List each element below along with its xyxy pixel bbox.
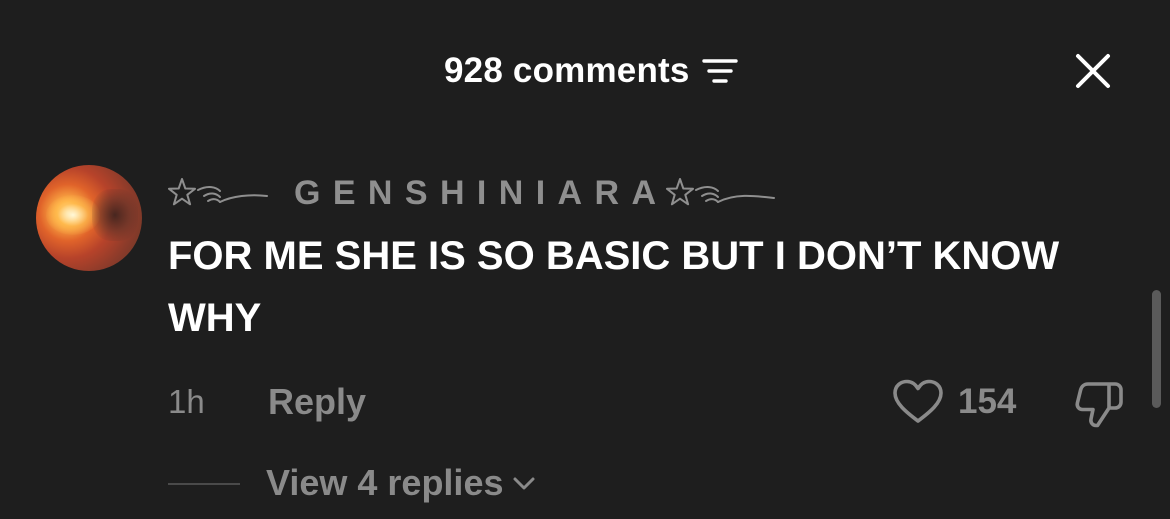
username-link[interactable]: GENSHINIARA [168,173,776,213]
dislike-button[interactable] [1072,377,1126,431]
replies-divider [168,483,240,485]
comments-header: 928 comments [0,46,1170,96]
scrollbar[interactable] [1152,290,1161,408]
avatar-figure [92,189,138,241]
close-icon [1076,54,1110,88]
view-replies-label: View 4 replies [266,462,504,503]
comment-text: FOR ME SHE IS SO BASIC BUT I DON’T KNOW … [168,234,1060,340]
like-count: 154 [958,382,1017,421]
like-button[interactable]: 154 [892,377,1016,427]
replies-row: View 4 replies [0,461,1170,505]
comment-timestamp: 1h [168,383,205,420]
thumbs-down-outline-icon [1075,382,1123,428]
chevron-down-icon [513,477,535,490]
heart-outline-icon [893,379,943,423]
comments-title-group[interactable]: 928 comments [444,46,740,96]
avatar[interactable] [36,165,142,271]
comments-sheet: 928 comments GENSHINIARA FOR ME SHE IS S… [0,0,1170,519]
star-wave-ornament-icon [666,178,776,206]
star-wave-ornament-icon [168,178,268,206]
comments-count: 928 comments [444,51,690,90]
close-button[interactable] [1066,46,1120,96]
username: GENSHINIARA [294,173,669,212]
filter-lines-icon[interactable] [700,51,740,91]
comment-actions: 1h Reply 154 [0,377,1170,428]
reply-button[interactable]: Reply [268,381,366,423]
view-replies-button[interactable]: View 4 replies [266,461,537,505]
